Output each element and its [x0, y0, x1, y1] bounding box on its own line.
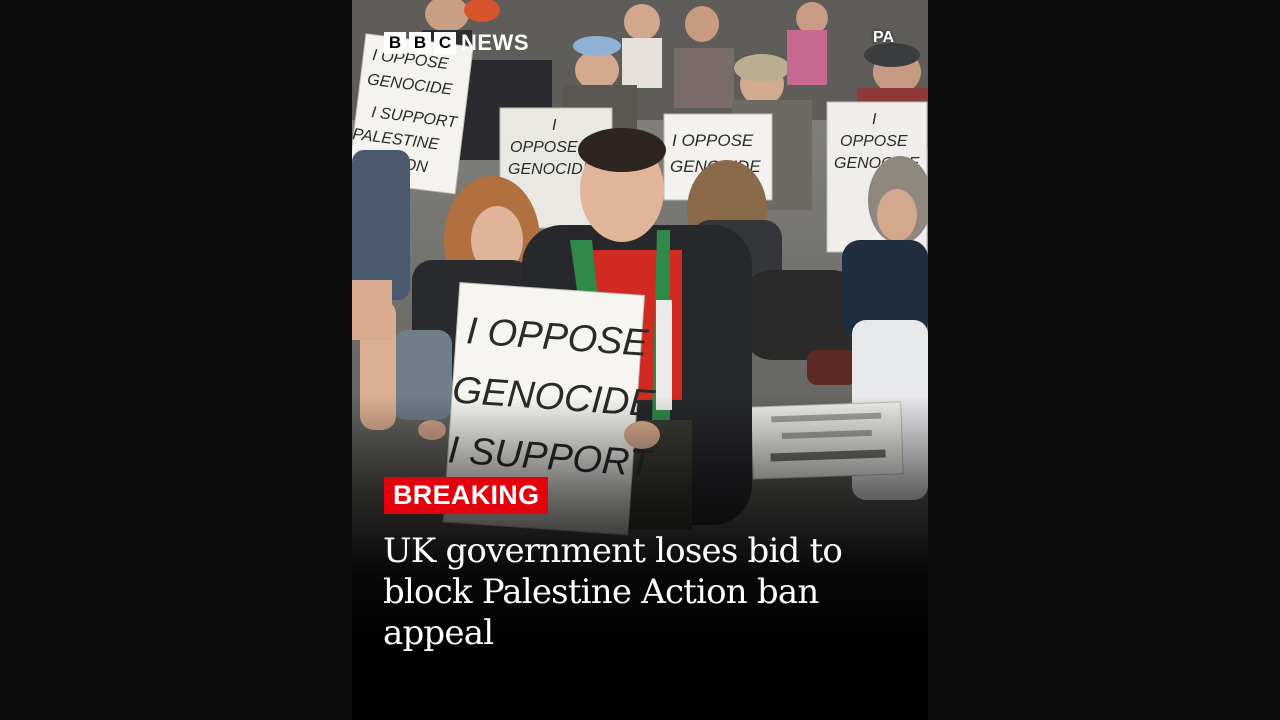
photo-credit: PA [872, 29, 894, 46]
logo-letter-b1: B [384, 32, 406, 54]
headline: UK government loses bid to block Palesti… [383, 531, 843, 653]
logo-letter-b2: B [409, 32, 431, 54]
breaking-badge: BREAKING [384, 477, 549, 514]
bbc-news-logo: B B C NEWS [384, 31, 529, 55]
logo-news-text: NEWS [461, 30, 529, 55]
news-card: I OPPOSE GENOCIDE I SUPPORT PALESTINE AC… [352, 0, 928, 720]
page-background: I OPPOSE GENOCIDE I SUPPORT PALESTINE AC… [0, 0, 1280, 720]
logo-letter-c: C [434, 32, 456, 54]
